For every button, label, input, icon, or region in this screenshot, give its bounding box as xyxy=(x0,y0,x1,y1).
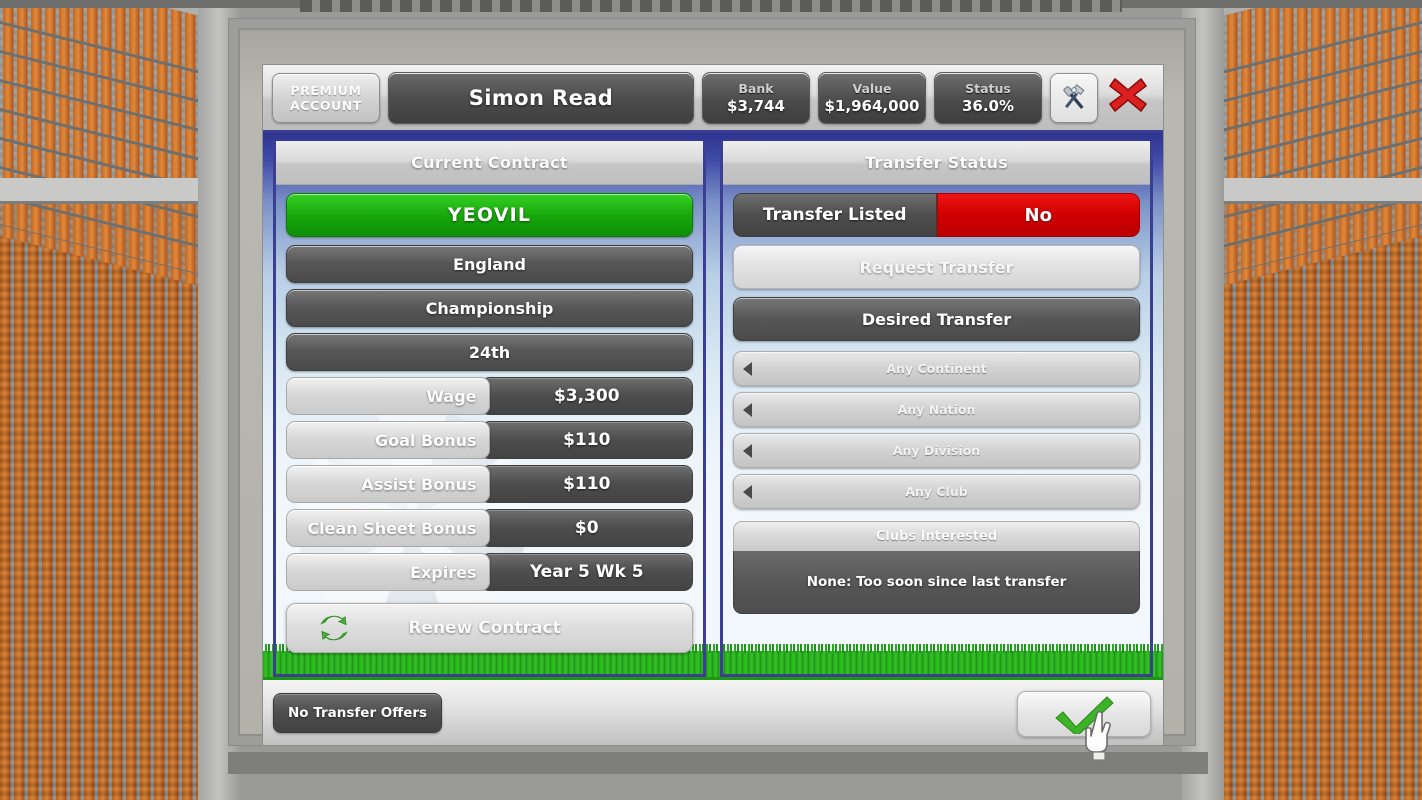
chevron-left-icon xyxy=(743,402,752,417)
dropdown-club-label: Any Club xyxy=(905,484,968,499)
window-sill xyxy=(228,752,1208,774)
dropdown-division[interactable]: Any Division xyxy=(733,433,1140,468)
player-name: Simon Read xyxy=(468,85,614,110)
seating-block-left xyxy=(0,200,200,800)
stat-bank-label: Bank xyxy=(738,80,774,96)
chevron-left-icon xyxy=(743,361,752,376)
stadium-roof-lights xyxy=(300,0,1122,12)
premium-line-1: PREMIUM xyxy=(290,82,362,98)
stat-status-value: 36.0% xyxy=(961,96,1015,115)
tools-button[interactable] xyxy=(1050,72,1098,123)
seating-block-right xyxy=(1222,200,1422,800)
left-panel-spacer xyxy=(286,653,693,674)
player-name-bar[interactable]: Simon Read xyxy=(388,71,694,124)
current-contract-title: Current Contract xyxy=(276,141,703,185)
stadium-scene: PREMIUM ACCOUNT Simon Read Bank $3,744 V… xyxy=(0,0,1422,800)
clean-sheet-bonus-label: Clean Sheet Bonus xyxy=(286,509,490,547)
stand-fascia-right xyxy=(1207,178,1422,204)
stat-value-value: $1,964,000 xyxy=(824,96,920,115)
premium-line-2: ACCOUNT xyxy=(290,97,362,113)
clubs-interested-title: Clubs Interested xyxy=(733,521,1140,551)
contract-row-wage: Wage $3,300 xyxy=(286,377,693,415)
transfer-listed-value: No xyxy=(936,193,1140,237)
dropdown-continent[interactable]: Any Continent xyxy=(733,351,1140,386)
dropdown-nation-label: Any Nation xyxy=(897,402,976,417)
transfer-listed-label: Transfer Listed xyxy=(733,193,937,237)
stat-status-label: Status xyxy=(965,80,1011,96)
stat-status[interactable]: Status 36.0% xyxy=(934,71,1042,124)
dropdown-nation[interactable]: Any Nation xyxy=(733,392,1140,427)
panels-area: Current Contract YEOVIL England Champion… xyxy=(263,133,1163,677)
expires-value: Year 5 Wk 5 xyxy=(480,553,693,591)
right-panel-spacer xyxy=(733,614,1140,674)
close-button[interactable] xyxy=(1106,73,1154,123)
wage-value: $3,300 xyxy=(480,377,693,415)
chevron-left-icon xyxy=(743,443,752,458)
goal-bonus-label: Goal Bonus xyxy=(286,421,490,459)
position-row: 24th xyxy=(286,333,693,371)
dropdown-continent-label: Any Continent xyxy=(886,361,987,376)
recycle-icon xyxy=(320,615,348,641)
stat-bank-value: $3,744 xyxy=(727,96,785,115)
contract-row-clean-sheet-bonus: Clean Sheet Bonus $0 xyxy=(286,509,693,547)
stand-fascia-left xyxy=(0,178,215,204)
club-name-row[interactable]: YEOVIL xyxy=(286,193,693,237)
chevron-left-icon xyxy=(743,484,752,499)
expires-label: Expires xyxy=(286,553,490,591)
wage-label: Wage xyxy=(286,377,490,415)
stat-bank[interactable]: Bank $3,744 xyxy=(702,71,810,124)
division-row: Championship xyxy=(286,289,693,327)
country-row: England xyxy=(286,245,693,283)
current-contract-panel: Current Contract YEOVIL England Champion… xyxy=(273,141,706,677)
transfer-listed-row[interactable]: Transfer Listed No xyxy=(733,193,1140,237)
request-transfer-button[interactable]: Request Transfer xyxy=(733,245,1140,289)
window-footer: No Transfer Offers xyxy=(263,677,1163,761)
premium-account-badge[interactable]: PREMIUM ACCOUNT xyxy=(272,72,380,123)
window-header: PREMIUM ACCOUNT Simon Read Bank $3,744 V… xyxy=(263,65,1163,133)
clean-sheet-bonus-value: $0 xyxy=(480,509,693,547)
transfer-status-title: Transfer Status xyxy=(723,141,1150,185)
dropdown-club[interactable]: Any Club xyxy=(733,474,1140,509)
player-contract-window: PREMIUM ACCOUNT Simon Read Bank $3,744 V… xyxy=(262,64,1164,761)
goal-bonus-value: $110 xyxy=(480,421,693,459)
contract-row-assist-bonus: Assist Bonus $110 xyxy=(286,465,693,503)
stat-value-label: Value xyxy=(852,80,892,96)
renew-contract-button[interactable]: Renew Contract xyxy=(286,603,693,653)
assist-bonus-label: Assist Bonus xyxy=(286,465,490,503)
tools-icon xyxy=(1063,83,1085,109)
assist-bonus-value: $110 xyxy=(480,465,693,503)
close-icon xyxy=(1109,77,1147,112)
transfer-status-panel: Transfer Status Transfer Listed No Reque… xyxy=(720,141,1153,677)
dropdown-division-label: Any Division xyxy=(892,443,981,458)
contract-row-goal-bonus: Goal Bonus $110 xyxy=(286,421,693,459)
green-check-icon xyxy=(1055,696,1114,734)
contract-row-expires: Expires Year 5 Wk 5 xyxy=(286,553,693,591)
stat-value[interactable]: Value $1,964,000 xyxy=(818,71,926,124)
confirm-button[interactable] xyxy=(1017,691,1151,737)
no-transfer-offers-button[interactable]: No Transfer Offers xyxy=(273,692,443,733)
clubs-interested-message: None: Too soon since last transfer xyxy=(733,551,1140,614)
desired-transfer-header: Desired Transfer xyxy=(733,297,1140,341)
